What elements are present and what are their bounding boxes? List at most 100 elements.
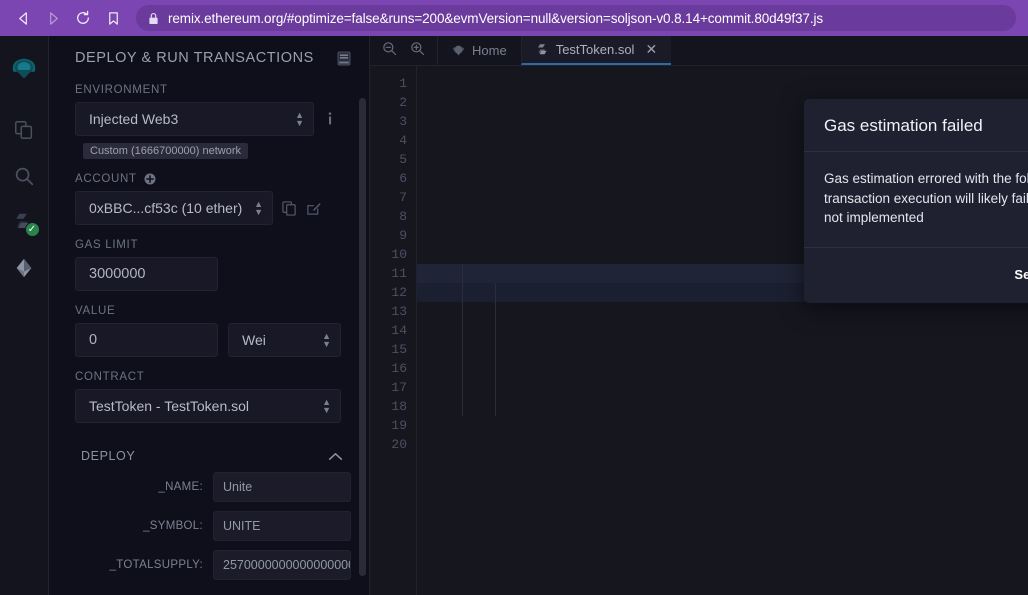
- panel-header: DEPLOY & RUN TRANSACTIONS: [49, 36, 369, 76]
- line-number: 16: [391, 361, 407, 376]
- account-label: ACCOUNT: [75, 173, 351, 185]
- value-unit-select[interactable]: Wei ▲ ▼: [228, 323, 341, 357]
- copy-icon[interactable]: [282, 200, 297, 216]
- zoom-in-icon[interactable]: [410, 41, 425, 61]
- back-button[interactable]: [8, 3, 38, 33]
- account-select[interactable]: 0xBBC...cf53c (10 ether) ▲ ▼: [75, 191, 273, 225]
- tab-label: Home: [472, 43, 507, 58]
- browser-toolbar: remix.ethereum.org/#optimize=false&runs=…: [0, 0, 1028, 36]
- sidebar-item-search[interactable]: [0, 153, 49, 199]
- deploy-label: DEPLOY: [81, 449, 136, 463]
- close-icon[interactable]: ✕: [645, 41, 657, 58]
- environment-select[interactable]: Injected Web3 ▲ ▼: [75, 102, 314, 136]
- sidebar-item-deploy-run[interactable]: [0, 245, 49, 291]
- panel-scrollbar[interactable]: [359, 98, 366, 576]
- line-number: 5: [399, 152, 407, 167]
- deploy-section-header[interactable]: DEPLOY: [75, 449, 351, 463]
- line-number: 15: [391, 342, 407, 357]
- environment-label: ENVIRONMENT: [75, 84, 168, 96]
- contract-select[interactable]: TestToken - TestToken.sol ▲ ▼: [75, 389, 341, 423]
- deploy-params: _NAME: Unite _SYMBOL: UNITE _TOTALSUPPLY…: [75, 472, 351, 580]
- dialog-body: Gas estimation errored with the followin…: [804, 152, 1028, 248]
- panel-dock-icon[interactable]: [337, 51, 351, 66]
- value-unit: Wei: [242, 332, 266, 348]
- remix-logo-icon[interactable]: [0, 43, 49, 97]
- gas-estimation-failed-dialog: Gas estimation failed ✕ Gas estimation e…: [804, 99, 1028, 303]
- panel-body: ENVIRONMENT Injected Web3 ▲ ▼ Custom (166…: [49, 76, 369, 580]
- zoom-out-icon[interactable]: [382, 41, 397, 61]
- param-row: _NAME: Unite: [75, 472, 351, 502]
- param-label: _NAME:: [158, 481, 203, 493]
- contract-label: CONTRACT: [75, 371, 145, 383]
- account-row: 0xBBC...cf53c (10 ether) ▲ ▼: [75, 191, 351, 225]
- compiler-success-badge: ✓: [24, 222, 40, 237]
- dialog-footer: Send Transaction Cancel Transaction: [804, 248, 1028, 303]
- sidebar-item-file-explorer[interactable]: [0, 107, 49, 153]
- line-number: 7: [399, 190, 407, 205]
- line-number: 19: [391, 418, 407, 433]
- network-badge: Custom (1666700000) network: [83, 143, 249, 159]
- account-label-text: ACCOUNT: [75, 173, 137, 185]
- tab-label: TestToken.sol: [555, 42, 635, 57]
- info-icon[interactable]: [323, 111, 337, 127]
- line-number: 6: [399, 171, 407, 186]
- remix-ide: ✓ DEPLOY & RUN TRANSACTIONS ENVIRONMENT …: [0, 36, 1028, 595]
- value-label: VALUE: [75, 305, 116, 317]
- editor-tabbar: Home TestToken.sol ✕: [370, 36, 1028, 66]
- sidebar-item-solidity-compiler[interactable]: ✓: [0, 199, 49, 245]
- address-bar[interactable]: remix.ethereum.org/#optimize=false&runs=…: [136, 5, 1016, 31]
- send-transaction-button[interactable]: Send Transaction: [1000, 259, 1028, 290]
- dialog-message-detail: not implemented: [824, 210, 924, 225]
- solidity-file-icon: [536, 43, 549, 56]
- tab-testtoken-sol[interactable]: TestToken.sol ✕: [520, 36, 672, 65]
- account-value: 0xBBC...cf53c (10 ether): [89, 200, 243, 216]
- indent-guide: [495, 283, 496, 416]
- line-number: 3: [399, 114, 407, 129]
- line-number: 12: [391, 285, 407, 300]
- chevron-up-icon[interactable]: [328, 452, 343, 461]
- line-number: 1: [399, 76, 407, 91]
- line-number: 4: [399, 133, 407, 148]
- line-number-gutter: 1 2 3 4 5 6 7 8 9 10 11 12 13 14 15 16 1: [370, 66, 416, 595]
- param-input-symbol[interactable]: UNITE: [213, 511, 351, 541]
- chevron-updown-icon: ▲ ▼: [295, 110, 304, 128]
- bookmark-button[interactable]: [98, 3, 128, 33]
- param-row: _SYMBOL: UNITE: [75, 511, 351, 541]
- chevron-updown-icon: ▲ ▼: [322, 397, 331, 415]
- code-editor-area: Home TestToken.sol ✕ 1 2 3 4 5 6 7 8 9 1…: [370, 36, 1028, 595]
- value-row: 0 Wei ▲ ▼: [75, 323, 351, 357]
- activity-bar: ✓: [0, 36, 49, 595]
- environment-row: Injected Web3 ▲ ▼: [75, 102, 351, 136]
- edit-icon[interactable]: [306, 201, 321, 216]
- line-number: 8: [399, 209, 407, 224]
- param-label: _SYMBOL:: [143, 520, 203, 532]
- gas-limit-input[interactable]: 3000000: [75, 257, 218, 291]
- tab-home[interactable]: Home: [437, 36, 521, 65]
- url-text: remix.ethereum.org/#optimize=false&runs=…: [168, 10, 824, 26]
- param-input-totalsupply[interactable]: 257000000000000000000: [213, 550, 351, 580]
- remix-home-icon: [452, 44, 465, 57]
- line-number: 9: [399, 228, 407, 243]
- line-number: 2: [399, 95, 407, 110]
- line-number: 17: [391, 380, 407, 395]
- param-input-name[interactable]: Unite: [213, 472, 351, 502]
- gas-limit-label: GAS LIMIT: [75, 239, 139, 251]
- reload-button[interactable]: [68, 3, 98, 33]
- line-number: 14: [391, 323, 407, 338]
- line-number: 13: [391, 304, 407, 319]
- deploy-run-panel: DEPLOY & RUN TRANSACTIONS ENVIRONMENT In…: [49, 36, 370, 595]
- value-amount-input[interactable]: 0: [75, 323, 218, 357]
- editor-zoom-controls: [370, 36, 437, 65]
- dialog-message: Gas estimation errored with the followin…: [824, 171, 1028, 206]
- environment-value: Injected Web3: [89, 111, 179, 127]
- forward-button[interactable]: [38, 3, 68, 33]
- plus-circle-icon[interactable]: [144, 173, 156, 185]
- line-number: 18: [391, 399, 407, 414]
- line-number: 11: [391, 266, 407, 281]
- remix-ide-screen: remix.ethereum.org/#optimize=false&runs=…: [0, 0, 1028, 595]
